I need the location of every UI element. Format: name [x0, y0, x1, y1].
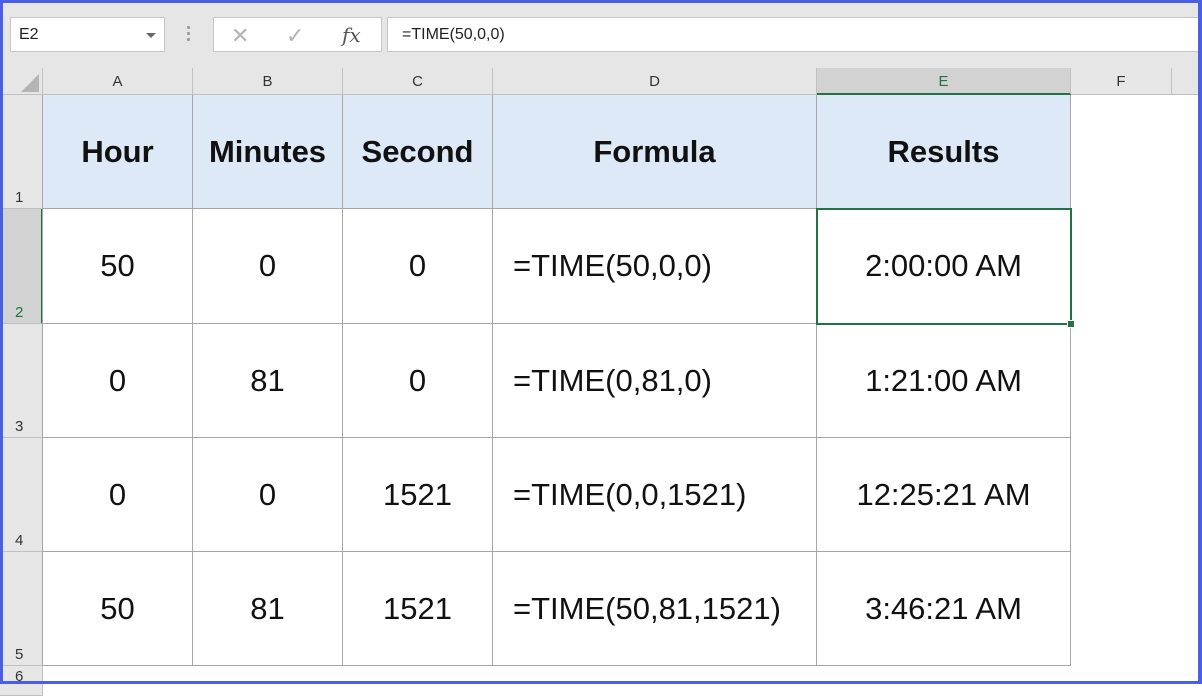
table-cell[interactable]: =TIME(50,0,0) [493, 209, 817, 324]
select-all-button[interactable] [0, 68, 43, 95]
table-cell[interactable]: =TIME(0,81,0) [493, 324, 817, 438]
table-cell[interactable]: 81 [193, 324, 343, 438]
active-cell-selection[interactable] [816, 208, 1075, 328]
table-cell[interactable]: 0 [43, 324, 193, 438]
formula-input[interactable]: =TIME(50,0,0) [387, 17, 1202, 52]
header-cell-hour[interactable]: Hour [43, 95, 193, 209]
column-header-c[interactable]: C [343, 68, 493, 95]
row-header-4[interactable]: 4 [0, 438, 43, 552]
cancel-icon[interactable]: ✕ [231, 23, 249, 49]
enter-check-icon[interactable]: ✓ [286, 23, 304, 49]
table-cell[interactable]: 12:25:21 AM [817, 438, 1071, 552]
table-cell[interactable]: =TIME(50,81,1521) [493, 552, 817, 666]
row-header-2[interactable]: 2 [0, 209, 43, 324]
fill-handle[interactable] [1067, 320, 1075, 328]
row-number: 6 [15, 668, 24, 685]
row-number: 5 [15, 646, 24, 663]
table-left-border [42, 95, 43, 666]
header-cell-results[interactable]: Results [817, 95, 1071, 209]
row-header-5[interactable]: 5 [0, 552, 43, 666]
grip-handle-icon[interactable] [187, 26, 191, 44]
table-cell[interactable]: 50 [43, 552, 193, 666]
table-cell[interactable]: 0 [43, 438, 193, 552]
column-header-e[interactable]: E [817, 68, 1071, 95]
formula-buttons: ✕ ✓ fx [213, 17, 382, 52]
header-cell-second[interactable]: Second [343, 95, 493, 209]
table-cell[interactable]: 0 [343, 324, 493, 438]
column-header-b[interactable]: B [193, 68, 343, 95]
header-cell-formula[interactable]: Formula [493, 95, 817, 209]
row-header-1[interactable]: 1 [0, 95, 43, 209]
table-cell[interactable]: 1521 [343, 552, 493, 666]
table-cell[interactable]: 0 [343, 209, 493, 324]
header-cell-minutes[interactable]: Minutes [193, 95, 343, 209]
row-number: 4 [15, 532, 24, 549]
row-number: 1 [15, 189, 24, 206]
table-cell[interactable]: 0 [193, 438, 343, 552]
table-cell[interactable]: =TIME(0,0,1521) [493, 438, 817, 552]
column-header-f[interactable]: F [1071, 68, 1172, 95]
row-number: 2 [15, 304, 24, 321]
table-cell[interactable]: 81 [193, 552, 343, 666]
formula-value: =TIME(50,0,0) [402, 26, 505, 43]
column-header-a[interactable]: A [43, 68, 193, 95]
table-cell[interactable]: 50 [43, 209, 193, 324]
table-cell[interactable]: 1:21:00 AM [817, 324, 1071, 438]
chevron-down-icon[interactable] [146, 33, 156, 38]
row-number: 3 [15, 418, 24, 435]
formula-toolbar: E2 ✕ ✓ fx =TIME(50,0,0) [0, 0, 1202, 68]
table-cell[interactable]: 3:46:21 AM [817, 552, 1071, 666]
table-cell[interactable]: 0 [193, 209, 343, 324]
row-header-6[interactable]: 6 [0, 666, 43, 696]
row-header-3[interactable]: 3 [0, 324, 43, 438]
column-header-d[interactable]: D [493, 68, 817, 95]
name-box-value: E2 [19, 26, 39, 43]
insert-function-icon[interactable]: fx [342, 23, 361, 47]
select-all-triangle-icon [21, 74, 39, 92]
name-box[interactable]: E2 [10, 17, 165, 52]
table-cell[interactable]: 1521 [343, 438, 493, 552]
